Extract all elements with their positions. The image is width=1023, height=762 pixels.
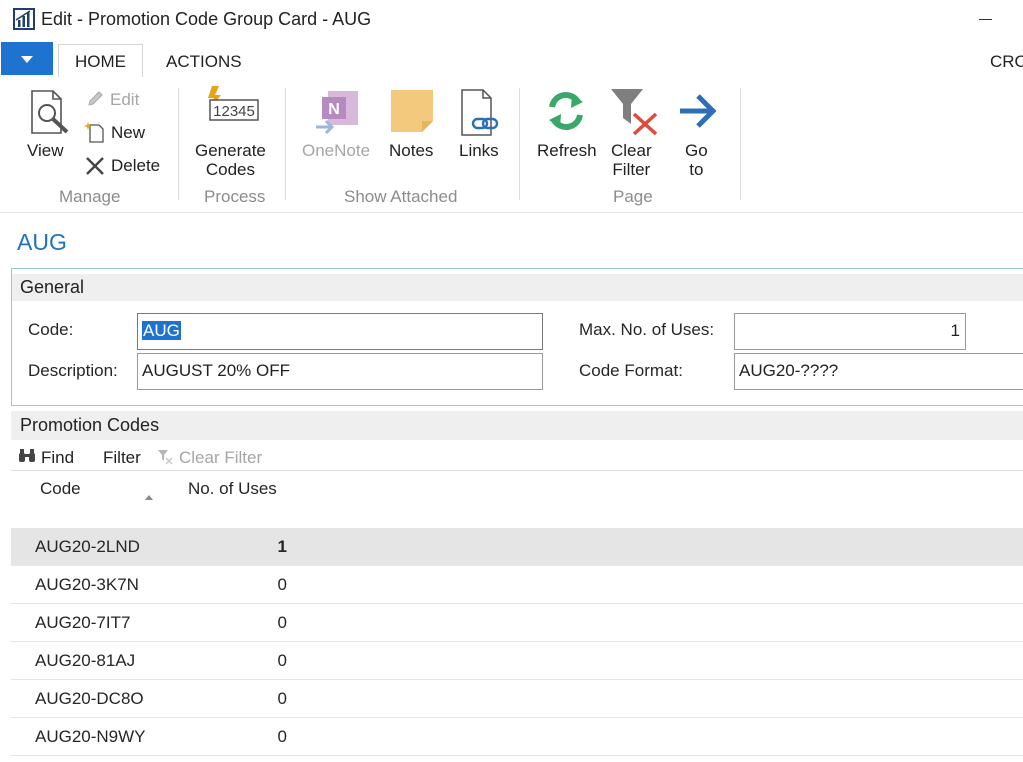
uses-cell: 0 bbox=[277, 613, 287, 632]
clear-filter-icon bbox=[611, 89, 658, 136]
ribbon bbox=[0, 77, 1023, 213]
code-field[interactable]: AUG bbox=[137, 313, 543, 350]
promotion-codes-title[interactable]: Promotion Codes bbox=[20, 415, 159, 436]
code-label: Code: bbox=[28, 320, 74, 339]
ribbon-separator bbox=[285, 88, 286, 200]
edit-button[interactable]: Edit bbox=[110, 90, 139, 110]
tab-cro[interactable]: CRO bbox=[990, 52, 1023, 72]
refresh-icon bbox=[549, 91, 583, 131]
view-button[interactable]: View bbox=[27, 141, 64, 160]
window-title: Edit - Promotion Code Group Card - AUG bbox=[41, 9, 372, 29]
minimize-button[interactable] bbox=[969, 4, 1003, 34]
table-row[interactable]: AUG20-2LND 1 bbox=[11, 528, 1023, 566]
app-logo-icon bbox=[13, 8, 35, 30]
column-header-code[interactable]: Code bbox=[40, 479, 81, 499]
delete-icon bbox=[86, 157, 104, 175]
notes-icon bbox=[391, 90, 433, 132]
code-cell: AUG20-81AJ bbox=[35, 651, 136, 670]
find-button[interactable]: Find bbox=[41, 448, 74, 468]
go-to-label-line1: Go bbox=[685, 141, 708, 160]
code-cell: AUG20-2LND bbox=[35, 537, 140, 556]
generate-codes-label-line1: Generate bbox=[195, 141, 266, 160]
code-cell: AUG20-3K7N bbox=[35, 575, 139, 594]
group-label-show-attached: Show Attached bbox=[344, 187, 458, 206]
new-button[interactable]: New bbox=[111, 123, 145, 143]
uses-cell: 1 bbox=[277, 537, 287, 556]
tab-home-label[interactable]: HOME bbox=[75, 52, 126, 72]
clear-filter-small-icon bbox=[158, 450, 173, 465]
generate-codes-button[interactable]: Generate Codes bbox=[195, 141, 266, 179]
column-header-no-of-uses[interactable]: No. of Uses bbox=[188, 479, 277, 499]
code-cell: AUG20-DC8O bbox=[35, 689, 144, 708]
go-to-label-line2: to bbox=[689, 160, 704, 179]
tab-actions[interactable]: ACTIONS bbox=[166, 52, 242, 72]
binoculars-icon bbox=[19, 449, 35, 462]
table-row[interactable]: AUG20-3K7N 0 bbox=[11, 566, 1023, 604]
ribbon-tab-row bbox=[0, 40, 1023, 78]
table-row[interactable]: AUG20-7IT7 0 bbox=[11, 604, 1023, 642]
view-icon bbox=[31, 90, 69, 134]
onenote-button[interactable]: OneNote bbox=[302, 141, 370, 160]
clear-filter-label-line1: Clear bbox=[611, 141, 652, 160]
max-uses-label: Max. No. of Uses: bbox=[579, 320, 715, 339]
ribbon-separator bbox=[740, 88, 741, 200]
edit-icon bbox=[88, 91, 103, 106]
clear-filter-button[interactable]: Clear Filter bbox=[611, 141, 652, 179]
generate-codes-label-line2: Codes bbox=[205, 160, 256, 179]
table-row[interactable]: AUG20-81AJ 0 bbox=[11, 642, 1023, 680]
clear-filter-label-line2: Filter bbox=[612, 160, 651, 179]
promotion-codes-header[interactable] bbox=[11, 411, 1023, 440]
description-label: Description: bbox=[28, 361, 118, 380]
generate-codes-icon: 12345 bbox=[208, 86, 259, 121]
group-label-process: Process bbox=[204, 187, 266, 206]
table-row[interactable]: AUG20-N9WY 0 bbox=[11, 718, 1023, 756]
code-cell: AUG20-N9WY bbox=[35, 727, 146, 746]
onenote-icon: N bbox=[316, 91, 358, 135]
sort-ascending-icon bbox=[145, 495, 153, 500]
svg-text:12345: 12345 bbox=[213, 103, 255, 120]
ribbon-separator bbox=[178, 88, 179, 200]
general-fasttab-header[interactable] bbox=[12, 274, 1023, 301]
description-field[interactable]: AUGUST 20% OFF bbox=[137, 353, 543, 390]
code-format-label: Code Format: bbox=[579, 361, 683, 380]
ribbon-separator bbox=[519, 88, 520, 200]
refresh-button[interactable]: Refresh bbox=[537, 141, 597, 160]
new-icon bbox=[84, 122, 104, 143]
svg-text:N: N bbox=[328, 101, 340, 118]
code-cell: AUG20-7IT7 bbox=[35, 613, 131, 632]
filter-button[interactable]: Filter bbox=[103, 448, 141, 468]
clear-filter-link[interactable]: Clear Filter bbox=[179, 448, 262, 468]
go-to-button[interactable]: Go to bbox=[685, 141, 708, 179]
delete-button[interactable]: Delete bbox=[111, 156, 160, 176]
promotion-codes-list: AUG20-2LND 1 AUG20-3K7N 0 AUG20-7IT7 0 A… bbox=[11, 528, 1023, 756]
links-button[interactable]: Links bbox=[459, 141, 499, 160]
uses-cell: 0 bbox=[277, 727, 287, 746]
file-menu-button[interactable] bbox=[1, 42, 53, 75]
uses-cell: 0 bbox=[277, 689, 287, 708]
uses-cell: 0 bbox=[277, 575, 287, 594]
max-uses-field[interactable]: 1 bbox=[734, 313, 966, 350]
go-to-arrow-icon bbox=[680, 94, 717, 128]
general-fasttab-title[interactable]: General bbox=[20, 277, 84, 298]
group-label-page: Page bbox=[613, 187, 653, 206]
group-label-manage: Manage bbox=[59, 187, 121, 206]
links-icon bbox=[461, 89, 499, 136]
code-field-value: AUG bbox=[142, 321, 181, 340]
notes-button[interactable]: Notes bbox=[389, 141, 433, 160]
uses-cell: 0 bbox=[277, 651, 287, 670]
record-title: AUG bbox=[17, 229, 67, 255]
table-row[interactable]: AUG20-DC8O 0 bbox=[11, 680, 1023, 718]
code-format-field[interactable]: AUG20-???? bbox=[734, 353, 1023, 390]
